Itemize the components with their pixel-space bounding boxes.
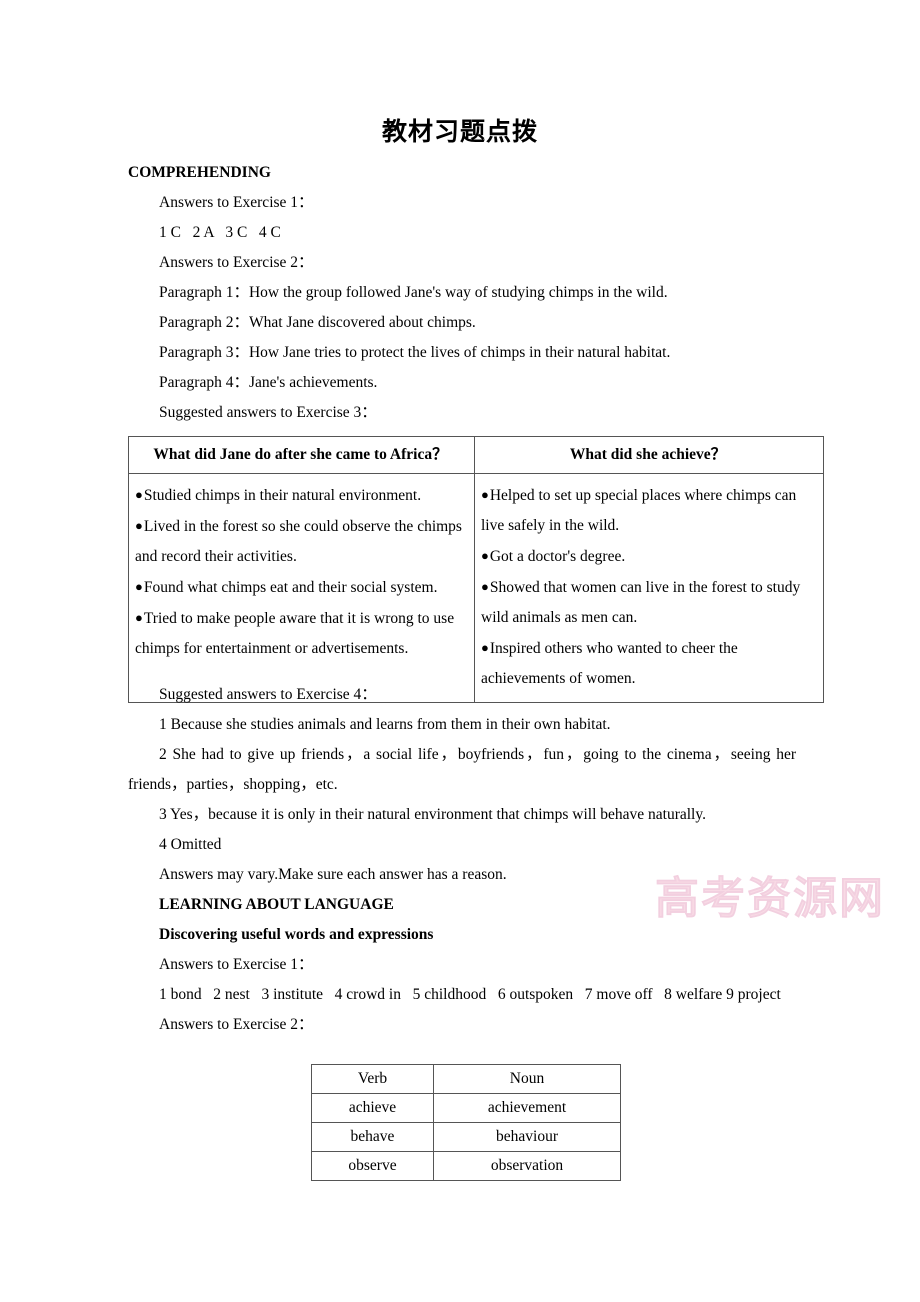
table-cell-left: ●Studied chimps in their natural environ… <box>128 473 475 703</box>
verb-cell: behave <box>311 1122 434 1152</box>
lal-exercise1-label: Answers to Exercise 1： <box>159 956 314 973</box>
table-row: observe observation <box>311 1151 621 1181</box>
table-header-row: What did Jane do after she came to Afric… <box>128 436 824 474</box>
noun-column-header: Noun <box>433 1064 621 1094</box>
exercise4-answer-1: 1 Because she studies animals and learns… <box>159 716 611 733</box>
page-title: 教材习题点拨 <box>381 117 538 146</box>
bullet-icon: ● <box>481 579 489 594</box>
table-row: behave behaviour <box>311 1122 621 1152</box>
list-item: ●Studied chimps in their natural environ… <box>135 480 466 511</box>
list-item: ●Helped to set up special places where c… <box>481 480 815 541</box>
exercise4-label: Suggested answers to Exercise 4： <box>159 686 377 703</box>
exercise4-answer-2: 2 She had to give up friends，a social li… <box>128 746 800 793</box>
list-item: ●Lived in the forest so she could observ… <box>135 511 466 572</box>
paragraph-summary-3: Paragraph 3：How Jane tries to protect th… <box>159 344 671 361</box>
exercise1-answers: 1 C 2 A 3 C 4 C <box>159 224 281 241</box>
lal-exercise2-label: Answers to Exercise 2： <box>159 1016 314 1033</box>
exercise4-section: Suggested answers to Exercise 4： 1 Becau… <box>128 680 796 1040</box>
document-page: 高考资源网 教材习题点拨 COMPREHENDING Answers to Ex… <box>0 0 920 1302</box>
noun-cell: behaviour <box>433 1122 621 1152</box>
table-header-left: What did Jane do after she came to Afric… <box>128 436 475 474</box>
list-item-text: Studied chimps in their natural environm… <box>143 487 422 504</box>
bullet-icon: ● <box>135 610 143 625</box>
exercise4-answer-4: 4 Omitted <box>159 836 222 853</box>
verb-cell: observe <box>311 1151 434 1181</box>
paragraph-summary-1: Paragraph 1：How the group followed Jane'… <box>159 284 668 301</box>
list-item-text: Lived in the forest so she could observe… <box>135 518 462 565</box>
list-item: ●Tried to make people aware that it is w… <box>135 603 466 664</box>
exercise3-table: What did Jane do after she came to Afric… <box>128 436 824 703</box>
bullet-icon: ● <box>481 640 489 655</box>
list-item-text: Tried to make people aware that it is wr… <box>135 610 455 657</box>
paragraph-summary-4: Paragraph 4：Jane's achievements. <box>159 374 378 391</box>
list-item: ●Showed that women can live in the fores… <box>481 572 815 633</box>
exercise4-answer-3: 3 Yes，because it is only in their natura… <box>159 806 706 823</box>
verb-column-header: Verb <box>311 1064 434 1094</box>
exercise2-label: Answers to Exercise 2： <box>159 254 314 271</box>
comprehending-heading: COMPREHENDING <box>128 164 271 181</box>
list-item-text: Found what chimps eat and their social s… <box>143 579 438 596</box>
noun-cell: achievement <box>433 1093 621 1123</box>
lal-exercise1-answers: 1 bond 2 nest 3 institute 4 crowd in 5 c… <box>159 986 781 1003</box>
comprehending-section: COMPREHENDING Answers to Exercise 1： 1 C… <box>128 158 796 428</box>
bullet-icon: ● <box>481 487 489 502</box>
discovering-words-subheading: Discovering useful words and expressions <box>159 926 434 943</box>
verb-cell: achieve <box>311 1093 434 1123</box>
exercise1-label: Answers to Exercise 1： <box>159 194 314 211</box>
list-item: ●Found what chimps eat and their social … <box>135 572 466 603</box>
list-item-text: Got a doctor's degree. <box>489 548 626 565</box>
table-row: ●Studied chimps in their natural environ… <box>128 473 824 703</box>
list-item-text: Showed that women can live in the forest… <box>481 579 801 626</box>
bullet-icon: ● <box>135 579 143 594</box>
verb-noun-table: Verb Noun achieve achievement behave beh… <box>311 1064 621 1181</box>
list-item: ●Got a doctor's degree. <box>481 541 815 572</box>
table-row: achieve achievement <box>311 1093 621 1123</box>
noun-cell: observation <box>433 1151 621 1181</box>
exercise4-note: Answers may vary.Make sure each answer h… <box>159 866 507 883</box>
table-header-row: Verb Noun <box>311 1064 621 1094</box>
paragraph-summary-2: Paragraph 2：What Jane discovered about c… <box>159 314 476 331</box>
bullet-icon: ● <box>135 487 143 502</box>
table-cell-right: ●Helped to set up special places where c… <box>474 473 824 703</box>
list-item-text: Helped to set up special places where ch… <box>481 487 797 534</box>
exercise3-label: Suggested answers to Exercise 3： <box>159 404 377 421</box>
learning-about-language-heading: LEARNING ABOUT LANGUAGE <box>159 896 394 913</box>
bullet-icon: ● <box>481 548 489 563</box>
bullet-icon: ● <box>135 518 143 533</box>
table-header-right: What did she achieve？ <box>474 436 824 474</box>
